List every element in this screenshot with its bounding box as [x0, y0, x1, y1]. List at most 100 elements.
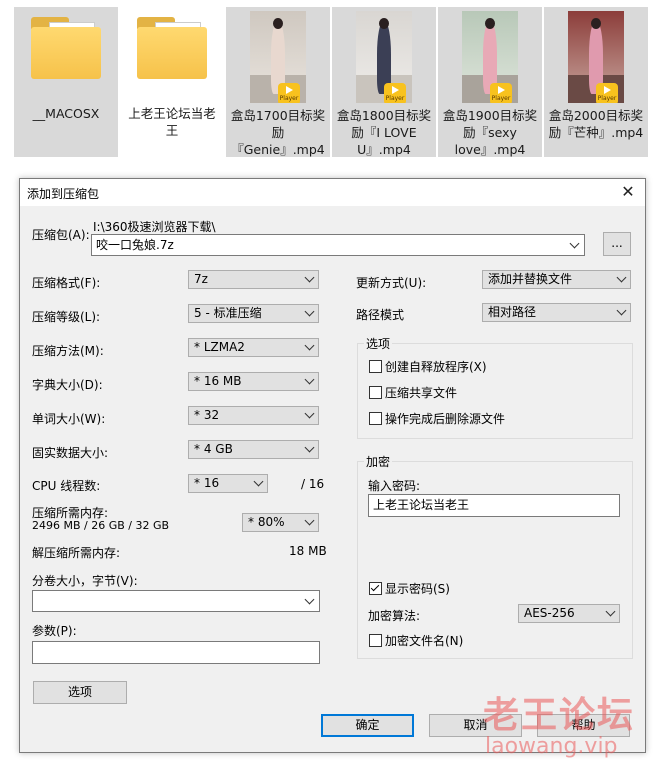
- delete-source-checkbox[interactable]: 操作完成后删除源文件: [369, 412, 505, 426]
- method-value: * LZMA2: [194, 340, 245, 354]
- video-thumbnail: Player: [356, 11, 412, 103]
- chevron-down-icon: [304, 408, 315, 419]
- chevron-down-icon: [304, 340, 315, 351]
- level-label: 压缩等级(L):: [32, 310, 101, 324]
- file-name: 盒岛1700目标奖励『Genie』.mp4: [230, 108, 326, 157]
- archive-path: I:\360极速浏览器下载\: [93, 220, 216, 234]
- archive-name-value: 咬一口兔娘.7z: [96, 238, 174, 252]
- encrypt-method-value: AES-256: [524, 606, 575, 620]
- encrypt-method-select[interactable]: AES-256: [518, 604, 620, 623]
- format-select[interactable]: 7z: [188, 270, 319, 289]
- checkbox-box[interactable]: [369, 386, 382, 399]
- word-value: * 32: [194, 408, 220, 422]
- shared-checkbox[interactable]: 压缩共享文件: [369, 386, 457, 400]
- params-input[interactable]: [32, 641, 320, 664]
- chevron-down-icon[interactable]: [304, 594, 315, 605]
- params-label: 参数(P):: [32, 624, 77, 638]
- path-value: 相对路径: [488, 305, 537, 319]
- file-item-folder[interactable]: 上老王论坛当老王: [120, 7, 224, 157]
- player-icon: Player: [490, 83, 512, 103]
- word-select[interactable]: * 32: [188, 406, 319, 425]
- dialog-title: 添加到压缩包: [27, 187, 100, 201]
- format-label: 压缩格式(F):: [32, 276, 101, 290]
- cpu-total: / 16: [301, 477, 325, 491]
- level-select[interactable]: 5 - 标准压缩: [188, 304, 319, 323]
- file-name: 盒岛2000目标奖励『芒种』.mp4: [548, 108, 644, 140]
- add-to-archive-dialog: 添加到压缩包 ✕ 压缩包(A): I:\360极速浏览器下载\ 咬一口兔娘.7z…: [19, 178, 646, 753]
- sfx-checkbox[interactable]: 创建自释放程序(X): [369, 360, 487, 374]
- cpu-value: * 16: [194, 476, 220, 490]
- password-input[interactable]: 上老王论坛当老王: [368, 494, 620, 517]
- show-password-label: 显示密码(S): [385, 582, 450, 596]
- chevron-down-icon: [304, 442, 315, 453]
- encrypt-names-checkbox[interactable]: 加密文件名(N): [369, 634, 463, 648]
- browse-button[interactable]: ...: [603, 232, 631, 256]
- word-label: 单词大小(W):: [32, 412, 106, 426]
- video-thumbnail: Player: [568, 11, 624, 103]
- chevron-down-icon: [304, 272, 315, 283]
- method-select[interactable]: * LZMA2: [188, 338, 319, 357]
- solid-select[interactable]: * 4 GB: [188, 440, 319, 459]
- chevron-down-icon: [304, 374, 315, 385]
- cpu-label: CPU 线程数:: [32, 479, 101, 493]
- path-label: 路径模式: [356, 308, 405, 322]
- chevron-down-icon: [253, 476, 264, 487]
- split-label: 分卷大小，字节(V):: [32, 574, 138, 588]
- player-icon: Player: [278, 83, 300, 103]
- level-value: 5 - 标准压缩: [194, 306, 262, 320]
- checkbox-box[interactable]: [369, 412, 382, 425]
- chevron-down-icon[interactable]: [569, 238, 580, 249]
- checkbox-box[interactable]: [369, 634, 382, 647]
- shared-label: 压缩共享文件: [385, 386, 458, 400]
- show-password-checkbox[interactable]: 显示密码(S): [369, 582, 450, 596]
- chevron-down-icon: [616, 272, 627, 283]
- format-value: 7z: [194, 272, 208, 286]
- title-bar: 添加到压缩包 ✕: [20, 179, 645, 206]
- watermark-url: laowang.vip: [485, 734, 618, 759]
- folder-icon: [137, 17, 207, 79]
- solid-value: * 4 GB: [194, 442, 233, 456]
- file-name: __MACOSX: [32, 106, 100, 121]
- dict-label: 字典大小(D):: [32, 378, 103, 392]
- cpu-select[interactable]: * 16: [188, 474, 268, 493]
- chevron-down-icon: [304, 306, 315, 317]
- file-item-macosx[interactable]: __MACOSX: [14, 7, 118, 157]
- player-icon: Player: [596, 83, 618, 103]
- checkbox-box[interactable]: [369, 582, 382, 595]
- encrypt-names-label: 加密文件名(N): [385, 634, 464, 648]
- dict-value: * 16 MB: [194, 374, 242, 388]
- video-thumbnail: Player: [462, 11, 518, 103]
- watermark-logo: 老王论坛: [483, 695, 636, 736]
- update-label: 更新方式(U):: [356, 276, 427, 290]
- delete-source-label: 操作完成后删除源文件: [385, 412, 506, 426]
- method-label: 压缩方法(M):: [32, 344, 104, 358]
- folder-icon: [31, 17, 101, 79]
- decomp-label: 解压缩所需内存:: [32, 546, 121, 560]
- archive-name-combo[interactable]: 咬一口兔娘.7z: [91, 234, 585, 256]
- file-name: 盒岛1900目标奖励『sexy love』.mp4: [442, 108, 538, 157]
- dict-select[interactable]: * 16 MB: [188, 372, 319, 391]
- file-name: 上老王论坛当老王: [128, 106, 216, 138]
- update-select[interactable]: 添加并替换文件: [482, 270, 631, 289]
- chevron-down-icon: [605, 606, 616, 617]
- chevron-down-icon: [304, 515, 315, 526]
- options-button[interactable]: 选项: [33, 681, 127, 704]
- path-select[interactable]: 相对路径: [482, 303, 631, 322]
- checkbox-box[interactable]: [369, 360, 382, 373]
- password-value: 上老王论坛当老王: [373, 498, 470, 512]
- file-item-video-1700[interactable]: Player 盒岛1700目标奖励『Genie』.mp4: [226, 7, 330, 157]
- file-item-video-1900[interactable]: Player 盒岛1900目标奖励『sexy love』.mp4: [438, 7, 542, 157]
- file-item-video-1800[interactable]: Player 盒岛1800目标奖励『I LOVE U』.mp4: [332, 7, 436, 157]
- mem-percent-select[interactable]: * 80%: [242, 513, 319, 532]
- close-icon[interactable]: ✕: [617, 182, 639, 202]
- encrypt-group-title: 加密: [364, 453, 393, 470]
- decomp-value: 18 MB: [289, 544, 327, 558]
- password-label: 输入密码:: [368, 479, 421, 493]
- mem-percent-value: * 80%: [248, 515, 285, 529]
- sfx-label: 创建自释放程序(X): [385, 360, 487, 374]
- update-value: 添加并替换文件: [488, 272, 573, 286]
- file-item-video-2000[interactable]: Player 盒岛2000目标奖励『芒种』.mp4: [544, 7, 648, 157]
- ok-button[interactable]: 确定: [321, 714, 414, 737]
- split-size-combo[interactable]: [32, 590, 320, 612]
- archive-label: 压缩包(A):: [32, 228, 90, 242]
